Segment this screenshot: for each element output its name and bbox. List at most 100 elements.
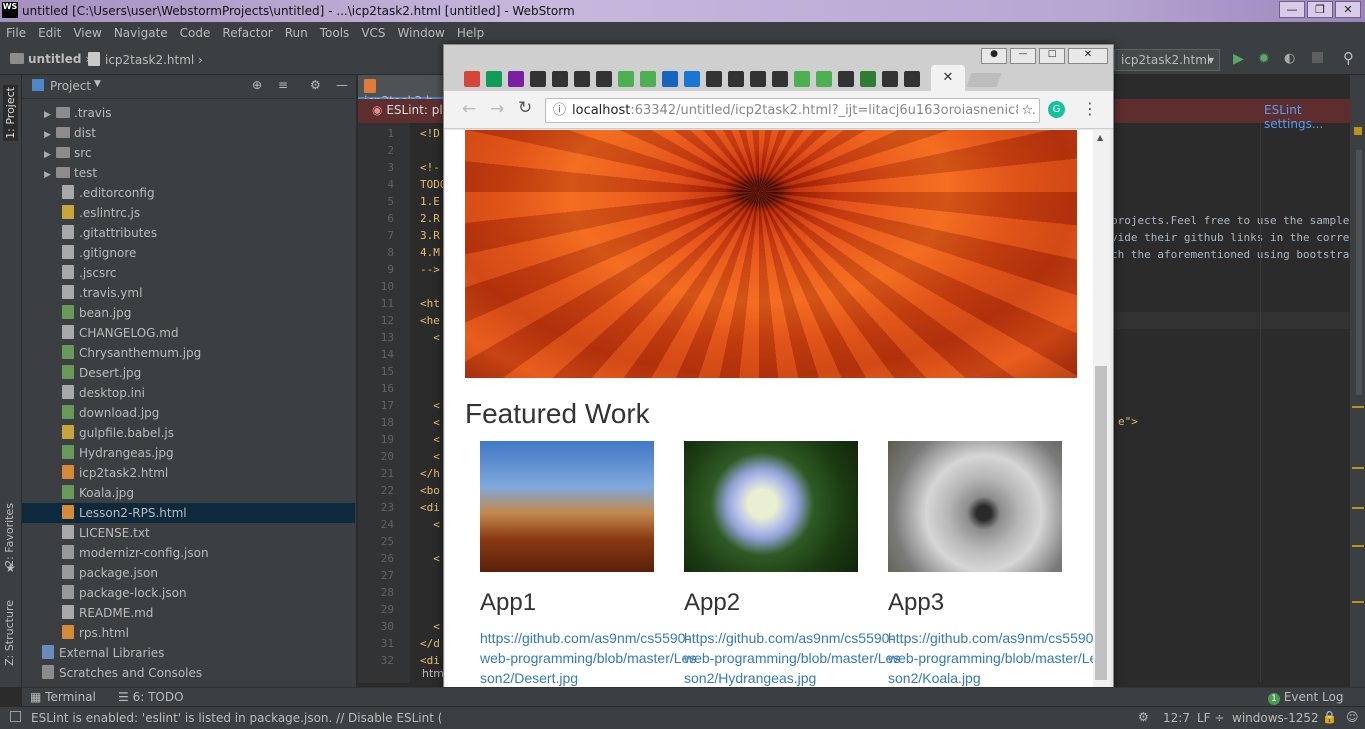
app-link[interactable]: https://github.com/as9nm/cs5590-web-prog… bbox=[480, 628, 700, 688]
menu-tools[interactable]: Tools bbox=[314, 26, 356, 40]
scroll-up-icon[interactable]: ▲ bbox=[1097, 133, 1103, 142]
tree-file[interactable]: package.json bbox=[22, 563, 355, 583]
tool-windows-icon[interactable] bbox=[10, 711, 21, 722]
settings-icon[interactable]: ⚙ bbox=[1138, 710, 1149, 724]
breadcrumb-file[interactable]: icp2task2.html › bbox=[88, 52, 203, 67]
external-libraries[interactable]: External Libraries bbox=[22, 643, 355, 663]
menu-edit[interactable]: Edit bbox=[32, 26, 67, 40]
tree-file[interactable]: CHANGELOG.md bbox=[22, 323, 355, 343]
expand-arrow-icon[interactable]: ▶ bbox=[44, 105, 56, 125]
warning-marker[interactable] bbox=[1352, 467, 1364, 469]
tree-file[interactable]: icp2task2.html bbox=[22, 463, 355, 483]
tree-file[interactable]: package-lock.json bbox=[22, 583, 355, 603]
ws-tab-icon[interactable] bbox=[838, 71, 854, 87]
scratches-and-consoles[interactable]: Scratches and Consoles bbox=[22, 663, 355, 683]
eslint-settings-link[interactable]: ESLint settings... bbox=[1264, 103, 1350, 131]
tree-file[interactable]: modernizr-config.json bbox=[22, 543, 355, 563]
profile-icon[interactable]: ● bbox=[981, 48, 1007, 64]
tree-file[interactable]: .editorconfig bbox=[22, 183, 355, 203]
tree-file[interactable]: Lesson2-RPS.html bbox=[22, 503, 355, 523]
locate-icon[interactable]: ⊕ bbox=[252, 78, 262, 92]
ws-tab-icon[interactable] bbox=[574, 71, 590, 87]
run-config-select[interactable]: icp2task2.html ▾ bbox=[1114, 49, 1220, 71]
tab-project[interactable]: 1: Project bbox=[3, 85, 18, 141]
sheets-icon[interactable] bbox=[486, 71, 502, 87]
stop-icon[interactable] bbox=[1312, 52, 1323, 63]
w3schools-icon[interactable] bbox=[618, 71, 634, 87]
maximize-button[interactable]: ❐ bbox=[1307, 1, 1333, 18]
ws-tab-icon[interactable] bbox=[882, 71, 898, 87]
address-bar[interactable]: ⓘ localhost:63342/untitled/icp2task2.htm… bbox=[545, 98, 1040, 123]
ws-tab-icon[interactable] bbox=[596, 71, 612, 87]
todo-tab[interactable]: ☰ 6: TODO bbox=[118, 690, 184, 704]
expand-arrow-icon[interactable]: ▶ bbox=[44, 145, 56, 165]
editor-tab[interactable]: icp2task2.h bbox=[358, 75, 448, 108]
event-log-tab[interactable]: 1 Event Log bbox=[1268, 690, 1343, 705]
menu-view[interactable]: View bbox=[67, 26, 107, 40]
debug-icon[interactable]: ✹ bbox=[1258, 51, 1270, 67]
minimize-browser-button[interactable]: — bbox=[1010, 48, 1036, 64]
menu-help[interactable]: Help bbox=[451, 26, 490, 40]
warning-marker[interactable] bbox=[1352, 507, 1364, 509]
tree-file[interactable]: desktop.ini bbox=[22, 383, 355, 403]
app-link[interactable]: https://github.com/as9nm/cs5590-web-prog… bbox=[684, 628, 904, 688]
tree-file[interactable]: .gitignore bbox=[22, 243, 355, 263]
menu-run[interactable]: Run bbox=[279, 26, 314, 40]
warning-marker[interactable] bbox=[1352, 545, 1364, 547]
menu-navigate[interactable]: Navigate bbox=[108, 26, 174, 40]
ws-tab-icon[interactable] bbox=[552, 71, 568, 87]
back-icon[interactable]: ← bbox=[462, 99, 476, 119]
maximize-browser-button[interactable]: □ bbox=[1039, 48, 1065, 64]
ws-tab-icon[interactable] bbox=[706, 71, 722, 87]
hide-icon[interactable]: — bbox=[336, 78, 348, 92]
forms-icon[interactable] bbox=[508, 71, 524, 87]
tree-file[interactable]: gulpfile.babel.js bbox=[22, 423, 355, 443]
warning-marker[interactable] bbox=[1352, 406, 1364, 408]
search-everywhere-icon[interactable]: ⚲ bbox=[1343, 49, 1354, 67]
close-browser-button[interactable]: ✕ bbox=[1068, 48, 1108, 64]
ws-tab-icon[interactable] bbox=[904, 71, 920, 87]
app-link[interactable]: https://github.com/as9nm/cs5590-web-prog… bbox=[888, 628, 1093, 688]
minimize-button[interactable]: — bbox=[1279, 1, 1305, 18]
menu-code[interactable]: Code bbox=[174, 26, 217, 40]
editor-scrollbar[interactable] bbox=[1356, 150, 1362, 395]
active-tab-close-icon[interactable]: ✕ bbox=[931, 65, 965, 91]
tree-file[interactable]: Hydrangeas.jpg bbox=[22, 443, 355, 463]
menu-vcs[interactable]: VCS bbox=[355, 26, 391, 40]
menu-file[interactable]: File bbox=[0, 26, 32, 40]
inspection-status-icon[interactable] bbox=[1354, 127, 1362, 135]
tree-folder[interactable]: ▶ src bbox=[22, 143, 355, 163]
menu-kebab-icon[interactable]: ⋮ bbox=[1082, 99, 1098, 118]
github-icon[interactable] bbox=[530, 71, 546, 87]
breadcrumb-project[interactable]: untitled › bbox=[10, 52, 90, 66]
warning-marker[interactable] bbox=[1352, 601, 1364, 603]
vertical-scroll-thumb[interactable] bbox=[1095, 366, 1107, 680]
bookmark-star-icon[interactable]: ☆ bbox=[1018, 99, 1033, 122]
coverage-icon[interactable]: ◐ bbox=[1284, 51, 1295, 66]
reload-icon[interactable]: ↻ bbox=[518, 98, 532, 118]
chevron-down-icon[interactable]: ▼ bbox=[94, 79, 101, 89]
file-encoding[interactable]: windows-1252 bbox=[1232, 711, 1319, 725]
caret-position[interactable]: 12:7 bbox=[1163, 711, 1190, 725]
tree-folder[interactable]: ▶ test bbox=[22, 163, 355, 183]
close-window-button[interactable]: ✕ bbox=[1335, 1, 1361, 18]
tree-file[interactable]: .travis.yml bbox=[22, 283, 355, 303]
expand-arrow-icon[interactable]: ▶ bbox=[44, 125, 56, 145]
menu-window[interactable]: Window bbox=[392, 26, 451, 40]
tree-file[interactable]: README.md bbox=[22, 603, 355, 623]
w3schools-icon[interactable] bbox=[640, 71, 656, 87]
project-view-label[interactable]: Project bbox=[50, 79, 91, 93]
tree-file[interactable]: Koala.jpg bbox=[22, 483, 355, 503]
vertical-scrollbar[interactable]: ▲ ▼ bbox=[1093, 130, 1110, 700]
tree-folder[interactable]: ▶ .travis bbox=[22, 103, 355, 123]
ws-tab-icon[interactable] bbox=[728, 71, 744, 87]
lock-icon[interactable]: 🔒 bbox=[1322, 710, 1337, 724]
tree-file[interactable]: .jscsrc bbox=[22, 263, 355, 283]
tab-structure[interactable]: Z: Structure bbox=[3, 600, 16, 666]
tree-file[interactable]: bean.jpg bbox=[22, 303, 355, 323]
tree-file[interactable]: Chrysanthemum.jpg bbox=[22, 343, 355, 363]
tree-file[interactable]: .eslintrc.js bbox=[22, 203, 355, 223]
grammarly-icon[interactable]: G bbox=[1048, 101, 1065, 118]
tree-folder[interactable]: ▶ dist bbox=[22, 123, 355, 143]
tree-file[interactable]: .gitattributes bbox=[22, 223, 355, 243]
